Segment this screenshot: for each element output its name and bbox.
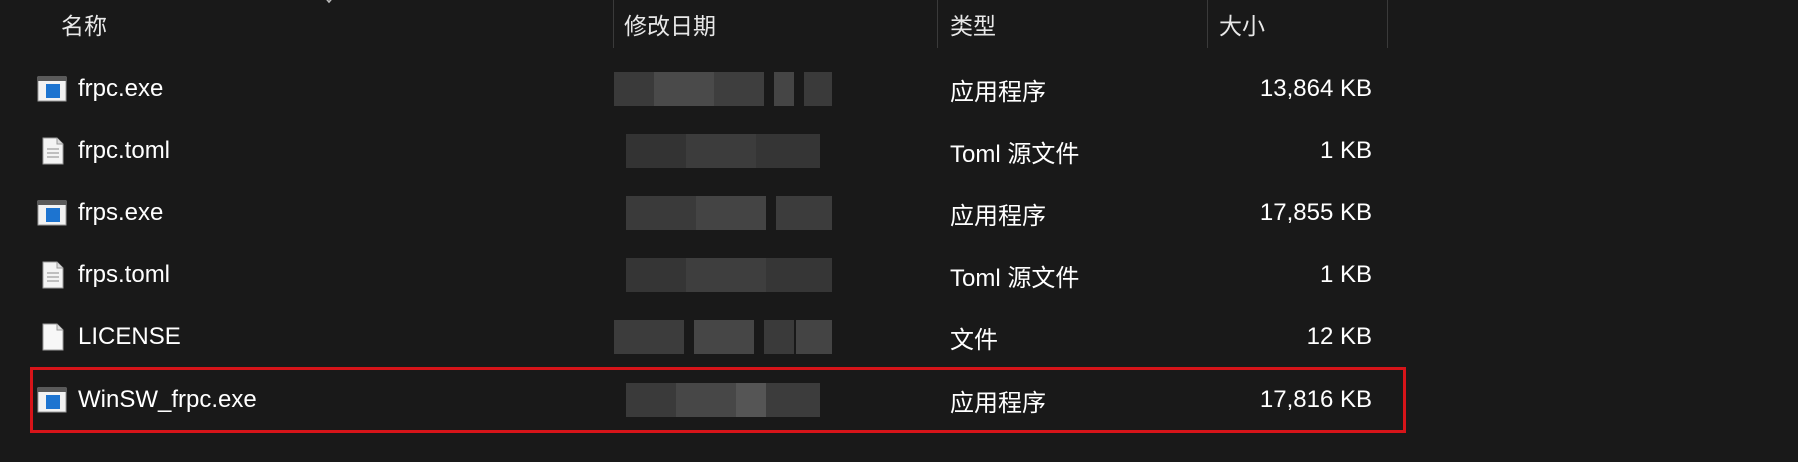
file-type: 文件 [950,326,998,354]
modified-date-redacted [626,258,832,292]
file-type: 应用程序 [950,202,1046,230]
file-size: 12 KB [1306,323,1372,350]
file-name[interactable]: frpc.toml [78,120,170,182]
column-divider[interactable] [1207,0,1208,48]
file-name[interactable]: frpc.exe [78,58,163,120]
text-file-icon [42,137,64,165]
file-size: 17,855 KB [1259,199,1372,226]
file-name[interactable]: frps.toml [78,244,170,306]
file-row[interactable]: frps.exe 应用程序 17,855 KB [0,182,1798,244]
column-header-type[interactable]: 类型 [950,0,996,48]
file-type: 应用程序 [950,78,1046,106]
exe-icon [37,200,67,226]
modified-date-redacted [626,196,832,230]
file-explorer-list: 名称 修改日期 类型 大小 frpc.exe 应用程序 13,864 KB fr… [0,0,1798,462]
column-divider[interactable] [1387,0,1388,48]
file-type: 应用程序 [950,389,1046,417]
exe-icon [37,76,67,102]
blank-file-icon [42,323,64,351]
file-row[interactable]: WinSW_frpc.exe 应用程序 17,816 KB [0,369,1798,431]
file-name[interactable]: LICENSE [78,306,181,368]
column-divider[interactable] [937,0,938,48]
file-size: 1 KB [1319,137,1372,164]
modified-date-redacted [614,72,832,106]
file-row[interactable]: frpc.toml Toml 源文件 1 KB [0,120,1798,182]
file-size: 1 KB [1319,261,1372,288]
text-file-icon [42,261,64,289]
sort-caret-icon [326,0,332,4]
column-header-bar: 名称 修改日期 类型 大小 [0,0,1798,48]
column-header-modified[interactable]: 修改日期 [624,0,716,48]
column-header-name[interactable]: 名称 [61,0,107,48]
file-name[interactable]: frps.exe [78,182,163,244]
file-type: Toml 源文件 [950,264,1080,292]
column-header-size[interactable]: 大小 [1219,0,1265,48]
file-size: 17,816 KB [1259,386,1372,413]
file-size: 13,864 KB [1259,75,1372,102]
exe-icon [37,387,67,413]
modified-date-redacted [614,320,832,354]
file-row[interactable]: frps.toml Toml 源文件 1 KB [0,244,1798,306]
file-row[interactable]: LICENSE 文件 12 KB [0,306,1798,368]
modified-date-redacted [626,134,820,168]
file-type: Toml 源文件 [950,140,1080,168]
modified-date-redacted [626,383,820,417]
file-name[interactable]: WinSW_frpc.exe [78,369,257,431]
file-row[interactable]: frpc.exe 应用程序 13,864 KB [0,58,1798,120]
column-divider[interactable] [613,0,614,48]
